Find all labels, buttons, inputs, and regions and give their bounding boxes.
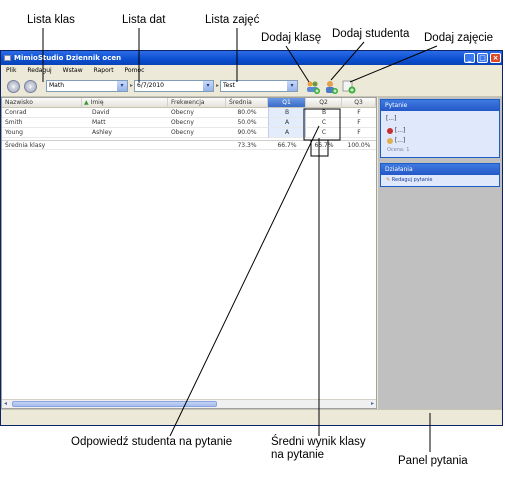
average-cell: 73.3% xyxy=(226,140,268,150)
table-cell[interactable]: Obecny xyxy=(168,128,226,138)
callout-class-average: Średni wynik klasy na pytanie xyxy=(271,436,366,461)
add-student-icon[interactable] xyxy=(323,79,338,94)
title-bar[interactable]: MimioStudio Dziennik ocen _ □ × xyxy=(1,51,502,65)
menu-bar: Plik Redaguj Wstaw Raport Pomoc xyxy=(1,65,502,76)
average-cell: 66.7% xyxy=(306,140,342,150)
close-button[interactable]: × xyxy=(490,53,501,63)
question-panel: Pytanie [...] [...] [...] Ocena: 1 Dział… xyxy=(378,97,502,409)
app-icon xyxy=(4,55,11,61)
table-cell[interactable]: Obecny xyxy=(168,118,226,128)
column-header-q2[interactable]: Q2 xyxy=(306,98,342,108)
table-cell[interactable]: Obecny xyxy=(168,108,226,118)
actions-box-title: Działania xyxy=(381,164,499,175)
date-list-dropdown[interactable]: 6/7/2010 ▾ xyxy=(134,80,214,92)
grade-table: Nazwisko ▲ Imię Frekwencja Średnia Q1 Q2… xyxy=(1,97,377,409)
callout-add-student: Dodaj studenta xyxy=(332,28,410,40)
answer-a-icon xyxy=(387,127,393,134)
sort-up-icon: ▲ xyxy=(84,99,89,106)
average-cell xyxy=(168,140,226,150)
table-cell[interactable]: 50.0% xyxy=(226,118,268,128)
add-activity-icon[interactable] xyxy=(341,79,356,94)
window-title: MimioStudio Dziennik ocen xyxy=(14,54,122,62)
callout-question-panel: Panel pytania xyxy=(398,455,468,467)
back-button[interactable]: ‹ xyxy=(7,80,20,93)
callout-add-activity: Dodaj zajęcie xyxy=(424,32,494,44)
menu-edit[interactable]: Redaguj xyxy=(27,67,51,74)
table-cell[interactable]: B xyxy=(306,108,342,118)
column-header-first-name[interactable]: ▲ Imię xyxy=(82,98,168,108)
menu-insert[interactable]: Wstaw xyxy=(63,67,83,74)
menu-help[interactable]: Pomoc xyxy=(125,67,145,74)
scroll-left-icon[interactable]: ◂ xyxy=(4,400,7,407)
table-cell[interactable]: Smith xyxy=(2,118,82,128)
edit-question-link[interactable]: ✎ Redaguj pytanie xyxy=(381,175,499,185)
minimize-button[interactable]: _ xyxy=(464,53,475,63)
table-cell[interactable]: A xyxy=(268,118,306,128)
answer-item[interactable]: [...] xyxy=(387,136,493,146)
answer-note: Ocena: 1 xyxy=(387,147,410,153)
add-class-icon[interactable] xyxy=(305,79,320,94)
table-cell[interactable]: A xyxy=(268,128,306,138)
answer-item[interactable]: [...] xyxy=(387,126,493,136)
menu-file[interactable]: Plik xyxy=(6,67,16,74)
table-cell[interactable]: 90.0% xyxy=(226,128,268,138)
status-bar xyxy=(1,409,502,425)
table-cell[interactable]: C xyxy=(306,118,342,128)
gradebook-window: MimioStudio Dziennik ocen _ □ × Plik Red… xyxy=(0,50,503,426)
column-header-average[interactable]: Średnia xyxy=(226,98,268,108)
class-list-value: Math xyxy=(49,82,65,89)
callout-student-answer: Odpowiedź studenta na pytanie xyxy=(71,436,233,448)
pencil-icon: ✎ xyxy=(386,177,391,183)
menu-report[interactable]: Raport xyxy=(94,67,114,74)
table-cell[interactable]: Ashley xyxy=(82,128,168,138)
question-text: [...] xyxy=(386,115,397,122)
chevron-down-icon[interactable]: ▾ xyxy=(203,81,213,91)
horizontal-scrollbar[interactable]: ◂ ▸ xyxy=(2,399,376,408)
callout-date-list: Lista dat xyxy=(122,14,166,26)
activity-list-dropdown[interactable]: Test ▾ xyxy=(220,80,298,92)
table-cell[interactable]: 80.0% xyxy=(226,108,268,118)
column-header-q1[interactable]: Q1 xyxy=(268,98,306,108)
activity-list-value: Test xyxy=(223,82,235,89)
table-cell[interactable]: B xyxy=(268,108,306,118)
table-cell[interactable]: C xyxy=(306,128,342,138)
separator-arrow-icon: ▸ xyxy=(216,82,220,89)
forward-button[interactable]: › xyxy=(24,80,37,93)
callout-activity-list: Lista zajęć xyxy=(205,14,260,26)
question-box-title: Pytanie xyxy=(381,100,499,111)
toolbar: ‹ › Math ▾ ▸ 6/7/2010 ▾ ▸ Test ▾ xyxy=(1,76,502,97)
table-cell[interactable]: F xyxy=(342,108,376,118)
table-cell[interactable]: David xyxy=(82,108,168,118)
actions-box: Działania ✎ Redaguj pytanie xyxy=(380,163,500,187)
column-header-last-name[interactable]: Nazwisko xyxy=(2,98,82,108)
class-list-dropdown[interactable]: Math ▾ xyxy=(46,80,128,92)
answer-b-icon xyxy=(387,137,393,144)
column-header-q3[interactable]: Q3 xyxy=(342,98,376,108)
date-list-value: 6/7/2010 xyxy=(137,82,164,89)
table-cell[interactable]: Conrad xyxy=(2,108,82,118)
callout-add-class: Dodaj klasę xyxy=(261,32,322,44)
table-cell[interactable]: F xyxy=(342,128,376,138)
maximize-button[interactable]: □ xyxy=(477,53,488,63)
question-box: Pytanie [...] [...] [...] Ocena: 1 xyxy=(380,99,500,158)
scroll-thumb[interactable] xyxy=(12,401,217,407)
column-header-attendance[interactable]: Frekwencja xyxy=(168,98,226,108)
separator-arrow-icon: ▸ xyxy=(130,82,134,89)
table-cell[interactable]: Matt xyxy=(82,118,168,128)
table-cell[interactable]: Young xyxy=(2,128,82,138)
callout-class-list: Lista klas xyxy=(27,14,75,26)
average-cell: 66.7% xyxy=(268,140,306,150)
table-cell[interactable]: F xyxy=(342,118,376,128)
average-row-label: Średnia klasy xyxy=(2,140,168,150)
scroll-right-icon[interactable]: ▸ xyxy=(371,400,374,407)
chevron-down-icon[interactable]: ▾ xyxy=(117,81,127,91)
chevron-down-icon[interactable]: ▾ xyxy=(287,81,297,91)
average-cell: 100.0% xyxy=(342,140,376,150)
